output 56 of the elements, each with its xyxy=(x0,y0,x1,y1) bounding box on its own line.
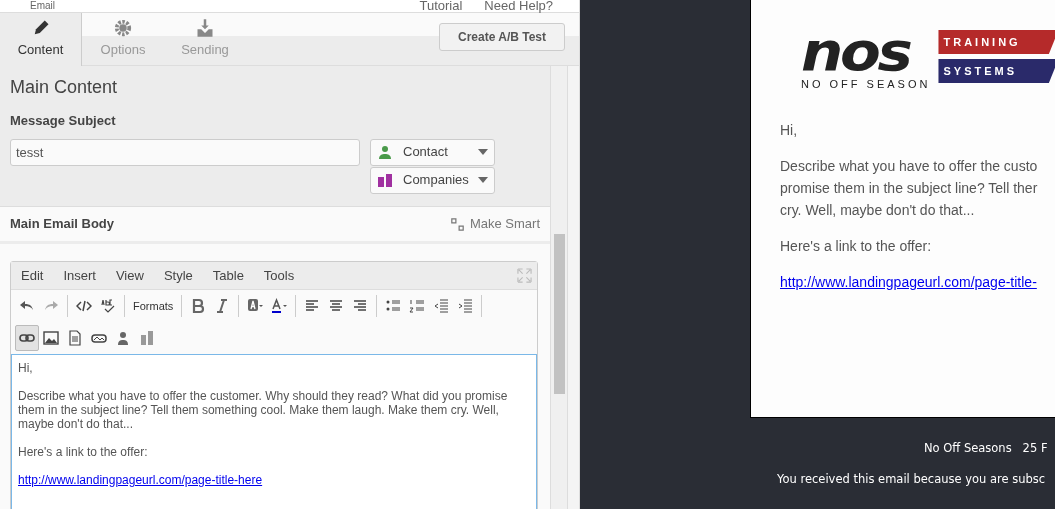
spellcheck-icon xyxy=(100,298,116,314)
help-link[interactable]: Need Help? xyxy=(484,0,553,12)
editor-body[interactable] xyxy=(11,354,537,509)
logo-tagline: NO OFF SEASON xyxy=(801,77,931,92)
align-right-icon xyxy=(352,298,369,314)
outdent-icon xyxy=(433,298,450,314)
text-color-icon xyxy=(271,298,288,314)
align-center-icon xyxy=(328,298,345,314)
link[interactable]: http://www.landingpageurl.com/page-title- xyxy=(780,273,1037,290)
formats-button[interactable]: Formats xyxy=(129,297,178,315)
dropdown-button[interactable]: Contact xyxy=(370,138,495,166)
fullscreen-icon xyxy=(517,268,532,283)
menu-item[interactable]: Insert xyxy=(58,265,101,286)
dropdown-button[interactable]: Companies xyxy=(370,166,495,194)
menu-item[interactable]: Tools xyxy=(258,265,300,286)
gear-icon xyxy=(113,17,133,38)
section-title: Email xyxy=(30,0,55,12)
link-button[interactable] xyxy=(15,325,39,351)
numbered-list-icon xyxy=(409,298,426,314)
help-link[interactable]: Tutorial xyxy=(419,0,463,12)
make-smart-link[interactable]: Make Smart xyxy=(450,214,540,234)
footer-text: You received this email because you are subsc xyxy=(777,471,1047,489)
create-ab-test-button[interactable]: Create A/B Test xyxy=(438,23,565,51)
bold-icon xyxy=(190,298,207,314)
section-heading: Main Email Body xyxy=(10,215,115,234)
smart-icon xyxy=(450,217,464,231)
person-icon xyxy=(377,144,393,160)
indent-icon xyxy=(457,298,474,314)
section-heading: Main Content xyxy=(10,76,119,99)
menu-item[interactable]: Style xyxy=(158,265,198,286)
email-text: Hi, xyxy=(780,120,799,140)
footer-text: No Off Seasons 25 F xyxy=(924,440,1049,457)
field-label: Message Subject xyxy=(10,112,117,130)
bullet-list-icon xyxy=(385,298,402,314)
image-icon xyxy=(43,330,59,346)
email-text: Describe what you have to offer the custo promise them in the subject line? Tell ther cry. Well, maybe don't do that... xyxy=(780,156,1039,220)
code-icon xyxy=(76,298,92,314)
menu-item[interactable]: Table xyxy=(207,265,249,286)
align-left-icon xyxy=(304,298,321,314)
document-icon xyxy=(67,330,83,346)
menu-item[interactable]: Edit xyxy=(16,265,49,286)
paragraph: Here's a link to the offer: xyxy=(18,445,149,459)
logo-wordmark: nos xyxy=(801,30,911,74)
scrollbar[interactable] xyxy=(550,66,567,509)
background-color-icon xyxy=(247,298,264,314)
menu-item[interactable]: View xyxy=(110,265,149,286)
person-icon xyxy=(115,330,131,346)
logo-banner: TRAINING xyxy=(938,30,1055,54)
link[interactable]: http://www.landingpageurl.com/page-title-here xyxy=(18,473,263,487)
paragraph: Hi, xyxy=(18,361,34,375)
inbox-download-icon xyxy=(195,17,215,38)
paragraph: Describe what you have to offer the customer. Why should they read? What did you promise them in the subject line? Tell them something cool. Make them laugh. Make them cry. Well, maybe don't do that... xyxy=(18,389,509,431)
tab[interactable]: Content xyxy=(0,13,82,66)
logo-banner: SYSTEMS xyxy=(938,59,1055,83)
subject-input[interactable]: tesst xyxy=(10,138,360,166)
email-text: Here's a link to the offer: xyxy=(780,236,933,256)
